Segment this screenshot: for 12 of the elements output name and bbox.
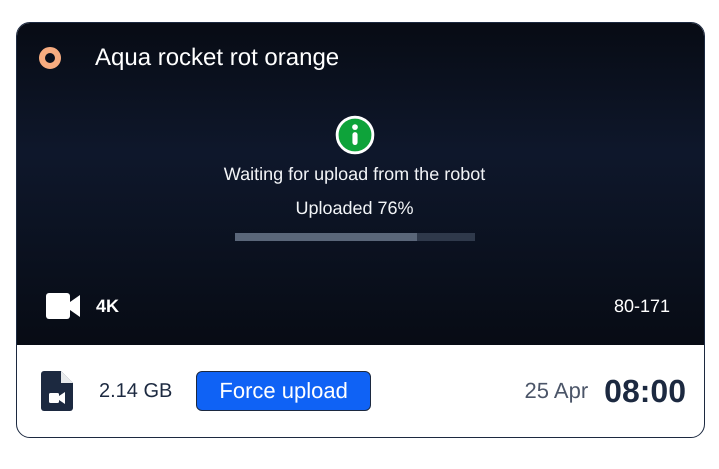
video-code: 80-171 [614, 296, 670, 316]
info-icon [334, 115, 374, 155]
card-title: Aqua rocket rot orange [95, 44, 340, 72]
video-file-icon [41, 371, 73, 411]
date-label: 25 Apr [524, 378, 588, 404]
upload-message: Waiting for upload from the robot [224, 164, 486, 185]
video-camera-icon [46, 293, 80, 319]
time-label: 08:00 [604, 372, 686, 410]
force-upload-button[interactable]: Force upload [196, 371, 371, 411]
file-size: 2.14 GB [99, 380, 172, 402]
resolution-label: 4K [96, 296, 120, 316]
upload-progress-text: Uploaded 76% [295, 198, 414, 219]
